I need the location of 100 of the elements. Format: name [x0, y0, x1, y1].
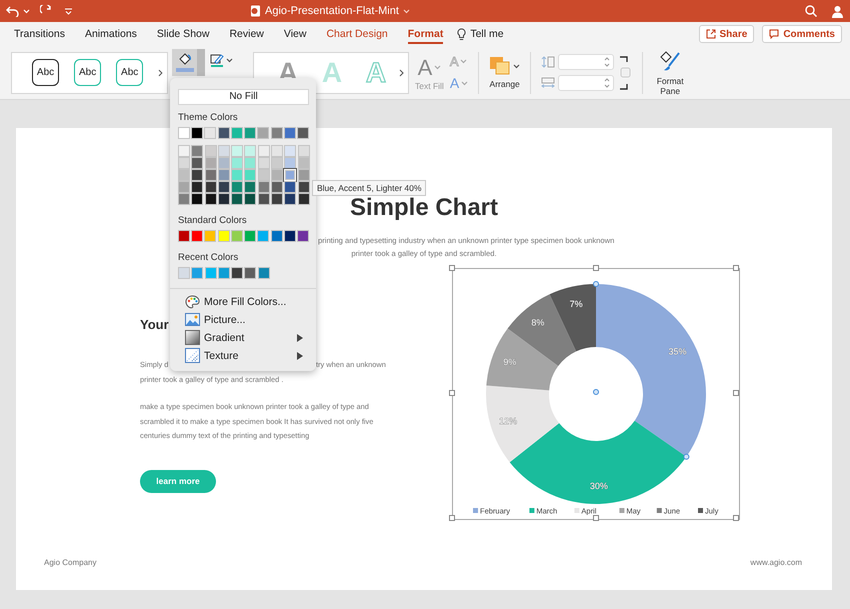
color-swatch[interactable] [191, 180, 204, 192]
color-swatch[interactable] [231, 156, 244, 168]
color-swatch[interactable] [191, 126, 204, 138]
size-field[interactable] [558, 54, 614, 70]
resize-handle[interactable] [733, 515, 739, 521]
color-swatch[interactable] [258, 180, 270, 192]
menu-item[interactable]: More Fill Colors... [178, 292, 309, 310]
chevron-icon[interactable] [158, 68, 163, 76]
arrange-icon[interactable] [489, 56, 512, 76]
color-swatch[interactable] [298, 180, 310, 192]
color-swatch[interactable] [191, 144, 204, 156]
color-swatch[interactable] [270, 230, 283, 242]
color-swatch[interactable] [191, 192, 204, 204]
color-swatch[interactable] [178, 144, 190, 156]
chevron-icon[interactable] [399, 68, 404, 76]
ribbon-tab[interactable]: Format [408, 24, 444, 44]
color-swatch[interactable] [231, 192, 244, 204]
color-swatch[interactable] [218, 230, 230, 242]
menu-item[interactable]: Picture... [178, 310, 309, 328]
color-swatch[interactable] [258, 168, 270, 180]
color-swatch[interactable] [298, 168, 310, 180]
color-swatch[interactable] [178, 156, 190, 168]
color-swatch[interactable] [258, 192, 270, 204]
color-swatch[interactable] [244, 144, 256, 156]
color-swatch[interactable] [204, 168, 217, 180]
resize-handle[interactable] [733, 390, 739, 396]
pen-icon[interactable] [210, 53, 224, 67]
color-swatch[interactable] [204, 180, 217, 192]
lightbulb-icon[interactable] [457, 28, 466, 40]
color-swatch[interactable] [218, 180, 230, 192]
brush-icon[interactable] [658, 49, 682, 73]
ribbon-tab[interactable]: Animations [84, 24, 137, 44]
color-swatch[interactable] [244, 126, 256, 138]
color-swatch[interactable] [257, 126, 270, 138]
point-handle[interactable] [683, 454, 690, 460]
person-icon[interactable] [831, 4, 844, 18]
customize-icon[interactable] [65, 8, 72, 14]
color-swatch[interactable] [178, 168, 190, 180]
ribbon-tab[interactable]: Slide Show [156, 24, 210, 44]
color-swatch[interactable] [231, 144, 244, 156]
resize-handle[interactable] [449, 390, 455, 396]
color-swatch[interactable] [297, 230, 310, 242]
lock-ratio-icon[interactable] [618, 54, 632, 92]
color-swatch[interactable] [231, 266, 244, 278]
color-swatch[interactable] [244, 266, 256, 278]
color-swatch[interactable] [284, 192, 296, 204]
resize-handle[interactable] [733, 265, 739, 271]
color-swatch[interactable] [231, 168, 244, 180]
no-fill-button[interactable]: No Fill [178, 88, 309, 104]
shape-style[interactable]: Abc [116, 59, 144, 86]
color-swatch[interactable] [258, 156, 270, 168]
comments-button[interactable]: Comments [762, 25, 842, 43]
color-swatch[interactable] [271, 168, 284, 180]
color-swatch[interactable] [284, 168, 296, 180]
color-swatch[interactable] [204, 266, 217, 278]
color-swatch[interactable] [284, 126, 296, 138]
color-swatch[interactable] [284, 156, 296, 168]
color-swatch[interactable] [204, 230, 216, 242]
color-swatch[interactable] [270, 126, 283, 138]
spinner-icon[interactable] [604, 56, 610, 68]
resize-handle[interactable] [449, 515, 455, 521]
menu-item[interactable]: Texture [178, 346, 309, 364]
color-swatch[interactable] [204, 192, 217, 204]
color-swatch[interactable] [298, 156, 310, 168]
color-swatch[interactable] [231, 180, 244, 192]
color-swatch[interactable] [244, 230, 256, 242]
resize-handle[interactable] [593, 515, 599, 521]
color-swatch[interactable] [244, 156, 256, 168]
color-swatch[interactable] [204, 144, 217, 156]
color-swatch[interactable] [191, 156, 204, 168]
tell-me-field[interactable]: Tell me [470, 28, 504, 40]
ribbon-tab[interactable]: View [284, 24, 306, 44]
color-swatch[interactable] [284, 230, 296, 242]
color-swatch[interactable] [191, 230, 204, 242]
color-swatch[interactable] [297, 126, 310, 138]
undo-icon[interactable] [6, 6, 19, 16]
color-swatch[interactable] [191, 266, 204, 278]
color-swatch[interactable] [178, 266, 190, 278]
color-swatch[interactable] [284, 180, 296, 192]
menu-item[interactable]: Gradient [178, 328, 309, 346]
color-swatch[interactable] [230, 126, 243, 138]
color-swatch[interactable] [271, 180, 284, 192]
ribbon-tab[interactable]: Review [229, 24, 264, 44]
color-swatch[interactable] [191, 168, 204, 180]
color-swatch[interactable] [244, 168, 256, 180]
size-field[interactable] [558, 75, 614, 91]
color-swatch[interactable] [271, 144, 284, 156]
color-swatch[interactable] [230, 230, 243, 242]
color-swatch[interactable] [178, 192, 190, 204]
color-swatch[interactable] [178, 180, 190, 192]
color-swatch[interactable] [244, 192, 256, 204]
color-swatch[interactable] [298, 144, 310, 156]
shape-fill-button[interactable] [172, 49, 197, 76]
search-icon[interactable] [805, 5, 817, 17]
ribbon-tab[interactable]: Chart Design [326, 24, 388, 44]
color-swatch[interactable] [204, 126, 216, 138]
color-swatch[interactable] [218, 126, 230, 138]
color-swatch[interactable] [218, 168, 230, 180]
color-swatch[interactable] [258, 144, 270, 156]
color-swatch[interactable] [271, 156, 284, 168]
